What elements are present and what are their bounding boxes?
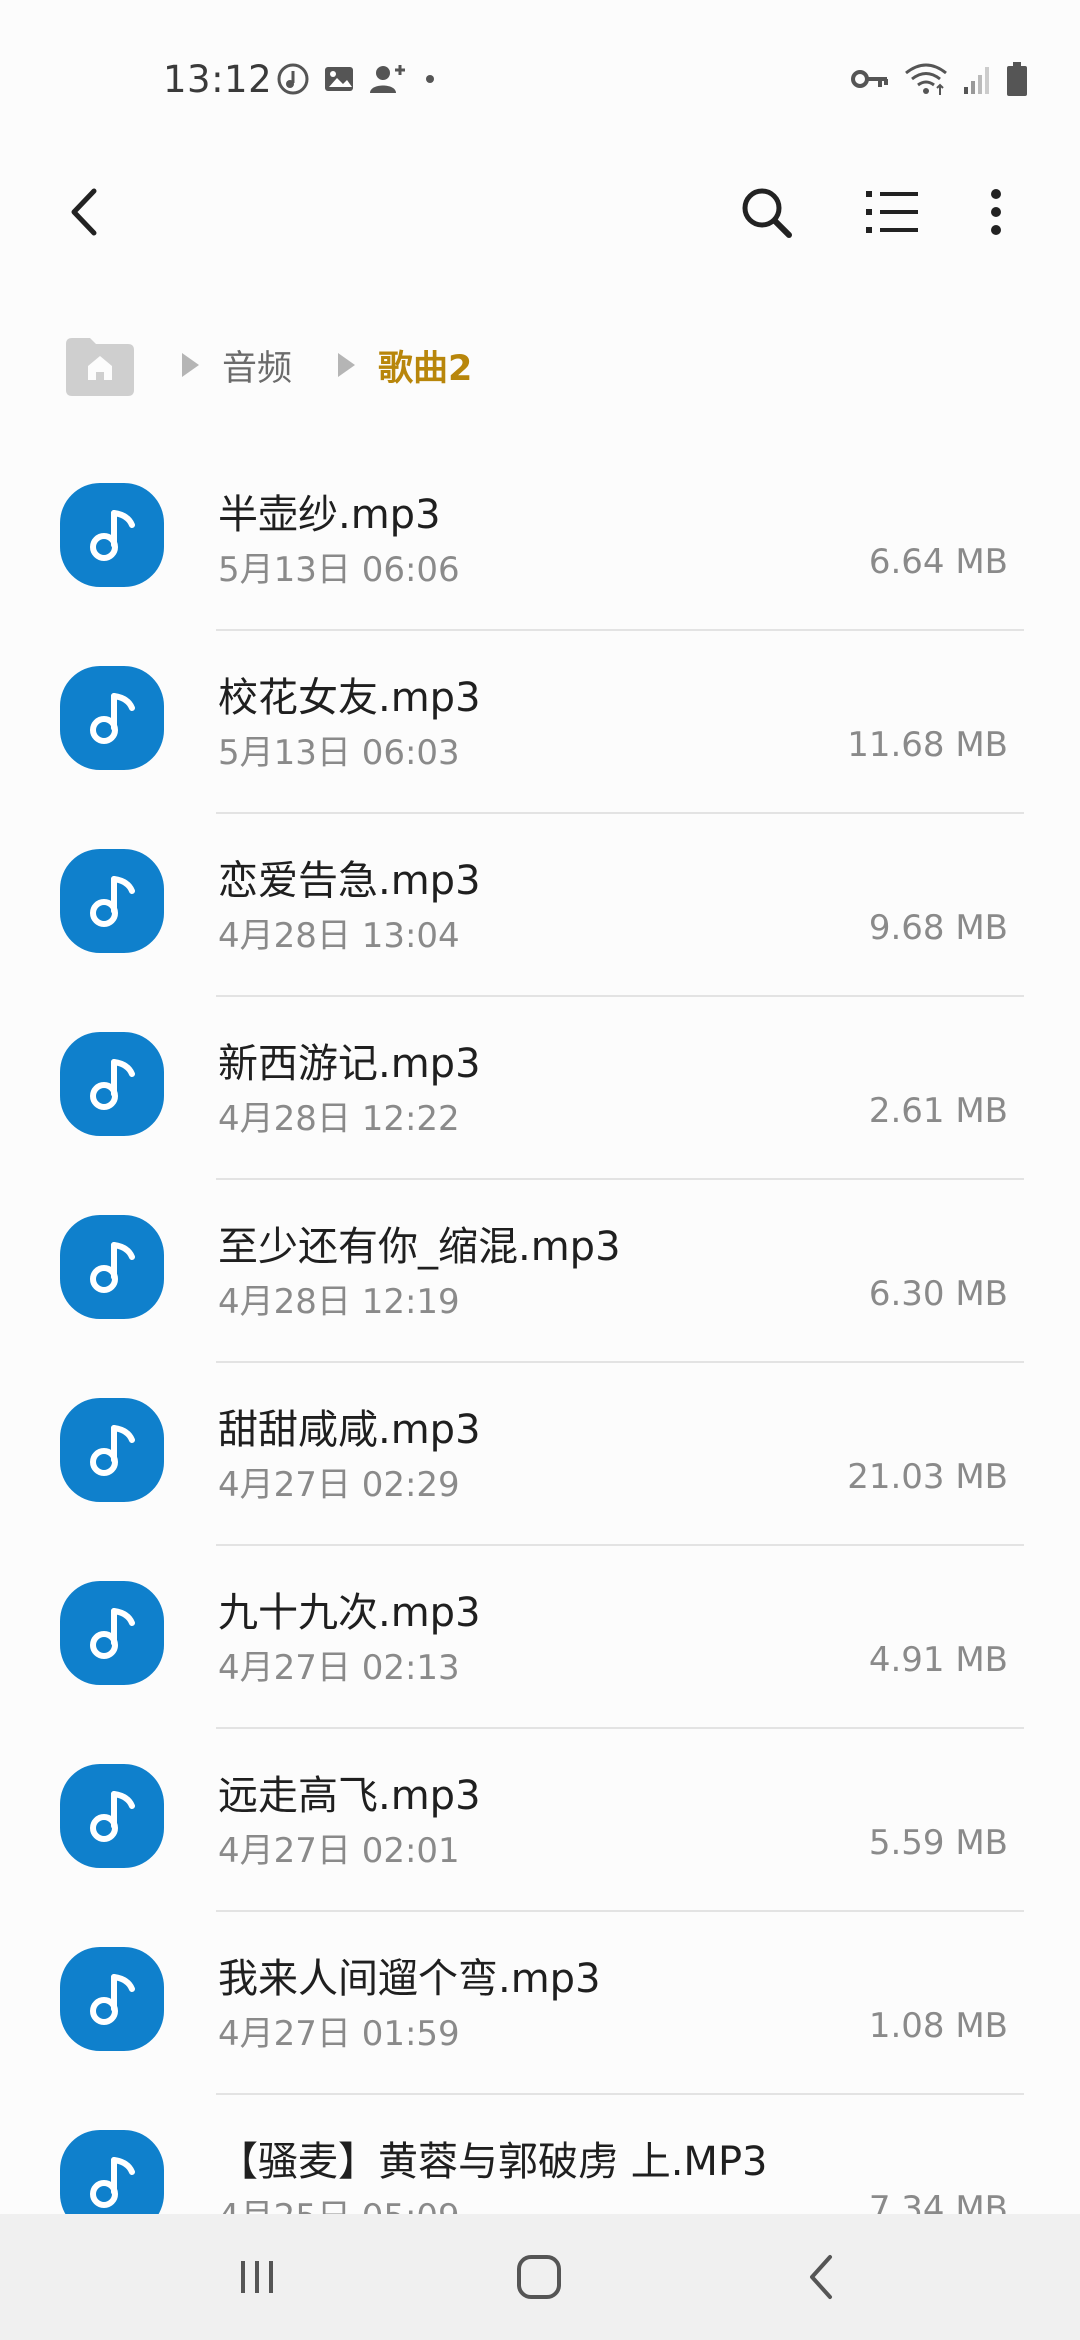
file-name: 恋爱告急.mp3 xyxy=(218,858,481,904)
file-date: 4月27日 01:59 xyxy=(218,2014,460,2054)
chevron-left-icon xyxy=(71,188,97,236)
music-note-icon xyxy=(60,1581,164,1685)
music-note-icon xyxy=(60,1947,164,2051)
file-size: 1.08 MB xyxy=(868,2006,1008,2046)
file-date: 4月27日 02:29 xyxy=(218,1465,460,1505)
app-bar xyxy=(0,160,1080,260)
recents-icon xyxy=(241,2261,273,2293)
file-name: 校花女友.mp3 xyxy=(218,675,481,721)
breadcrumb-separator-icon xyxy=(166,334,214,396)
file-size: 2.61 MB xyxy=(868,1091,1008,1131)
file-size: 9.68 MB xyxy=(868,908,1008,948)
signal-icon xyxy=(962,63,992,99)
file-name: 半壶纱.mp3 xyxy=(218,492,441,538)
home-icon xyxy=(517,2255,561,2299)
music-note-icon xyxy=(60,849,164,953)
file-list-item[interactable]: 校花女友.mp3 5月13日 06:03 11.68 MB xyxy=(0,631,1080,814)
breadcrumb: 音频 歌曲2 xyxy=(64,330,472,400)
file-list-item[interactable]: 远走高飞.mp3 4月27日 02:01 5.59 MB xyxy=(0,1729,1080,1912)
music-note-icon xyxy=(60,1764,164,1868)
file-size: 21.03 MB xyxy=(847,1457,1008,1497)
file-list-item[interactable]: 新西游记.mp3 4月28日 12:22 2.61 MB xyxy=(0,997,1080,1180)
music-note-icon xyxy=(60,1032,164,1136)
list-view-icon xyxy=(866,191,918,233)
breadcrumb-separator-icon xyxy=(322,334,370,396)
home-button[interactable] xyxy=(494,2238,584,2316)
contact-add-icon xyxy=(368,61,408,101)
back-icon xyxy=(810,2255,832,2299)
image-icon xyxy=(322,62,356,100)
system-back-button[interactable] xyxy=(776,2238,866,2316)
battery-icon xyxy=(1006,61,1028,101)
music-sync-icon xyxy=(276,62,310,100)
vpn-key-icon xyxy=(850,66,890,96)
breadcrumb-home[interactable] xyxy=(64,334,136,396)
file-name: 【骚麦】黄蓉与郭破虏 上.MP3 xyxy=(218,2139,768,2185)
file-list-item[interactable]: 九十九次.mp3 4月27日 02:13 4.91 MB xyxy=(0,1546,1080,1729)
file-date: 4月27日 02:01 xyxy=(218,1831,460,1871)
file-date: 4月28日 12:19 xyxy=(218,1282,460,1322)
file-name: 新西游记.mp3 xyxy=(218,1041,481,1087)
file-size: 4.91 MB xyxy=(868,1640,1008,1680)
file-list: 半壶纱.mp3 5月13日 06:06 6.64 MB 校花女友.mp3 5月13日 0… xyxy=(0,448,1080,2278)
file-list-item[interactable]: 甜甜咸咸.mp3 4月27日 02:29 21.03 MB xyxy=(0,1363,1080,1546)
file-name: 甜甜咸咸.mp3 xyxy=(218,1407,481,1453)
wifi-icon xyxy=(904,61,948,101)
breadcrumb-item-audio[interactable]: 音频 xyxy=(222,340,292,391)
status-icons-left xyxy=(276,60,440,102)
music-note-icon xyxy=(60,1215,164,1319)
file-date: 5月13日 06:06 xyxy=(218,550,460,590)
back-button[interactable] xyxy=(52,180,116,244)
home-folder-icon xyxy=(66,338,134,396)
file-name: 九十九次.mp3 xyxy=(218,1590,481,1636)
search-icon xyxy=(742,188,792,238)
file-list-item[interactable]: 半壶纱.mp3 5月13日 06:06 6.64 MB xyxy=(0,448,1080,631)
breadcrumb-item-current: 歌曲2 xyxy=(378,348,473,389)
recents-button[interactable] xyxy=(212,2238,302,2316)
file-date: 4月28日 13:04 xyxy=(218,916,460,956)
more-options-button[interactable] xyxy=(960,180,1032,244)
list-view-button[interactable] xyxy=(856,180,928,244)
search-button[interactable] xyxy=(730,180,802,244)
file-name: 至少还有你_缩混.mp3 xyxy=(218,1224,621,1270)
music-note-icon xyxy=(60,666,164,770)
status-icons-right xyxy=(850,60,1028,102)
navigation-bar xyxy=(0,2214,1080,2340)
file-list-item[interactable]: 恋爱告急.mp3 4月28日 13:04 9.68 MB xyxy=(0,814,1080,997)
file-name: 我来人间遛个弯.mp3 xyxy=(218,1956,601,2002)
music-note-icon xyxy=(60,483,164,587)
file-date: 4月28日 12:22 xyxy=(218,1099,460,1139)
dot-icon xyxy=(420,69,440,93)
more-vert-icon xyxy=(991,189,1001,235)
file-list-item[interactable]: 至少还有你_缩混.mp3 4月28日 12:19 6.30 MB xyxy=(0,1180,1080,1363)
status-bar: 13:12 xyxy=(0,0,1080,160)
file-list-item[interactable]: 我来人间遛个弯.mp3 4月27日 01:59 1.08 MB xyxy=(0,1912,1080,2095)
file-size: 6.64 MB xyxy=(868,542,1008,582)
file-size: 11.68 MB xyxy=(847,725,1008,765)
file-size: 5.59 MB xyxy=(868,1823,1008,1863)
file-name: 远走高飞.mp3 xyxy=(218,1773,481,1819)
file-date: 4月27日 02:13 xyxy=(218,1648,460,1688)
status-time: 13:12 xyxy=(163,58,273,101)
file-date: 5月13日 06:03 xyxy=(218,733,460,773)
file-size: 6.30 MB xyxy=(868,1274,1008,1314)
music-note-icon xyxy=(60,1398,164,1502)
